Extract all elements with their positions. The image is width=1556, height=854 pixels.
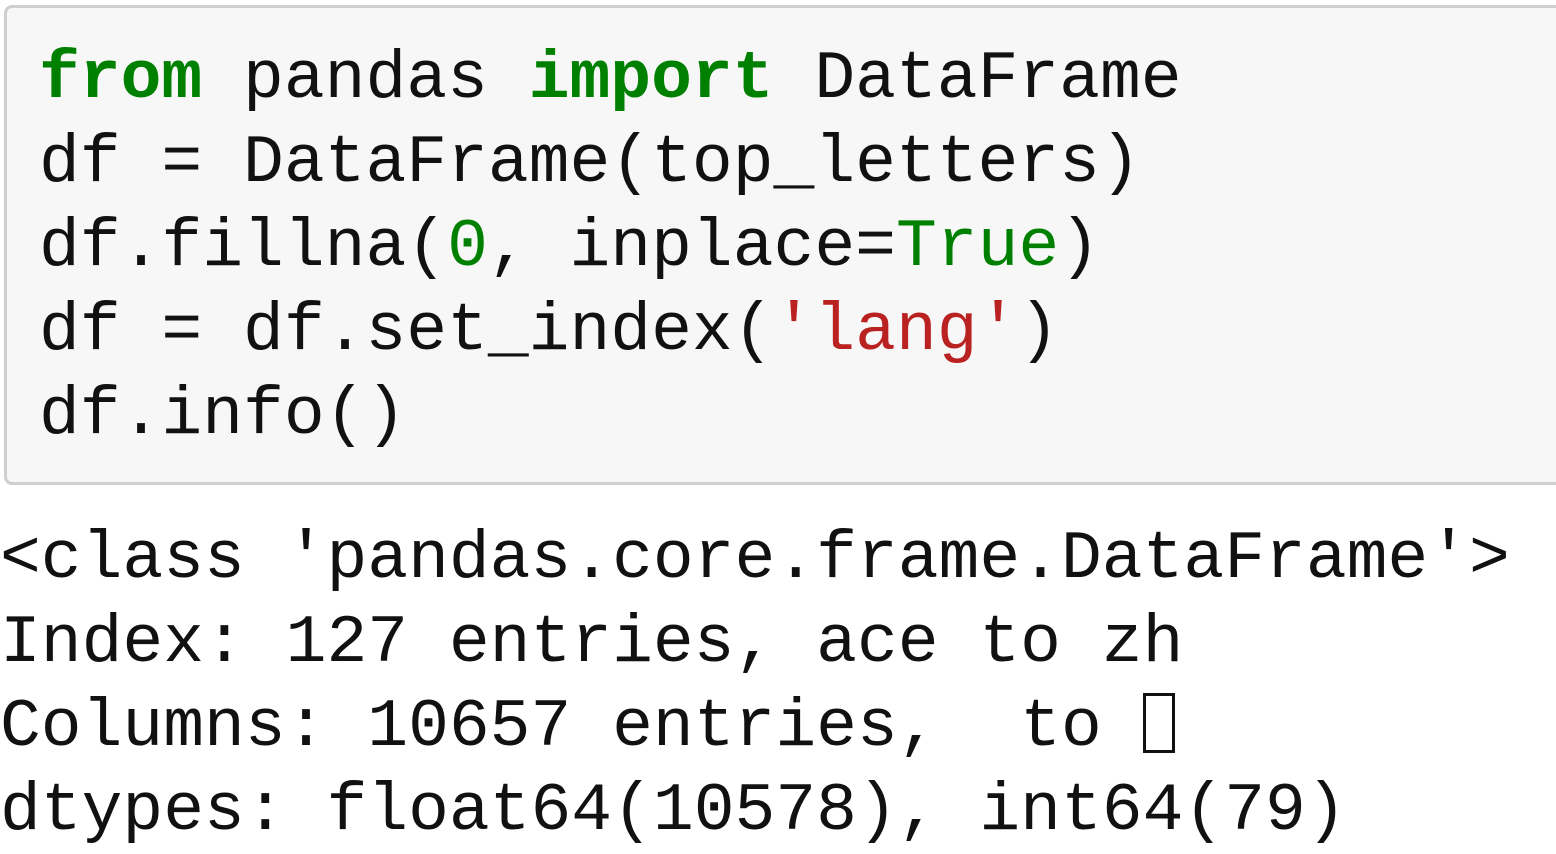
output-columns-text: Columns: 10657 entries, to xyxy=(0,689,1143,766)
code-line-set-index: df = df.set_index('lang') xyxy=(39,290,1556,374)
code-line-import: from pandas import DataFrame xyxy=(39,38,1556,122)
fillna-close: ) xyxy=(1059,209,1101,286)
code-line-fillna: df.fillna(0, inplace=True) xyxy=(39,206,1556,290)
output-index-line: Index: 127 entries, ace to zh xyxy=(0,605,1184,682)
code-line-dataframe: df = DataFrame(top_letters) xyxy=(39,125,1141,202)
missing-glyph-icon xyxy=(1142,693,1175,753)
code-line-info: df.info() xyxy=(39,377,407,454)
keyword-import: import xyxy=(528,41,774,118)
output-columns-line: Columns: 10657 entries, to xyxy=(0,686,1556,770)
output-class-line: <class 'pandas.core.frame.DataFrame'> xyxy=(0,521,1510,598)
module-name: pandas xyxy=(202,41,529,118)
code-input-cell[interactable]: from pandas import DataFrame df = DataFr… xyxy=(4,5,1556,485)
fillna-args: , inplace= xyxy=(487,209,896,286)
number-literal: 0 xyxy=(447,209,488,286)
boolean-literal: True xyxy=(895,209,1060,286)
set-index-call: df = df.set_index( xyxy=(39,293,774,370)
imported-name: DataFrame xyxy=(773,41,1182,118)
code-output-cell: <class 'pandas.core.frame.DataFrame'> In… xyxy=(0,518,1556,854)
string-literal: 'lang' xyxy=(773,293,1019,370)
keyword-from: from xyxy=(39,41,203,118)
set-index-close: ) xyxy=(1018,293,1060,370)
output-dtypes-line: dtypes: float64(10578), int64(79) xyxy=(0,773,1347,850)
fillna-call: df.fillna( xyxy=(39,209,448,286)
